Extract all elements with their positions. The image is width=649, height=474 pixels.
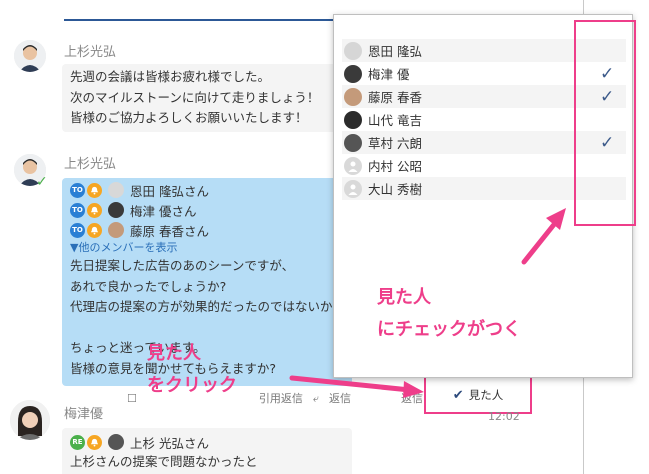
annotation-arrows — [289, 208, 566, 398]
arrow-right — [289, 375, 424, 398]
arrow-up-right — [521, 208, 566, 265]
